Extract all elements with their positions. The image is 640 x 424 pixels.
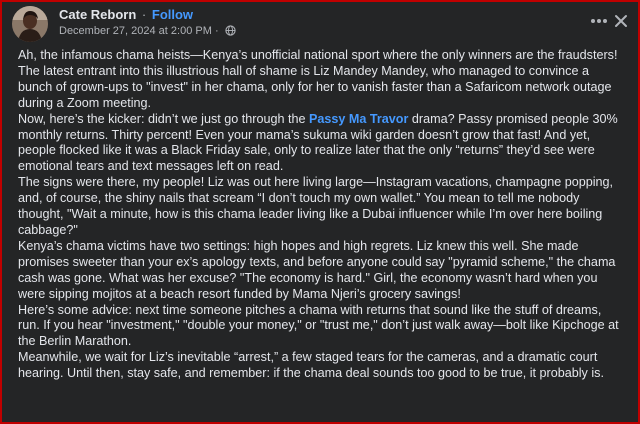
post-date[interactable]: December 27, 2024 at 2:00 PM (59, 25, 212, 37)
date-separator-dot: · (214, 25, 219, 37)
post-paragraph: The signs were there, my people! Liz was… (18, 175, 614, 237)
more-options-icon[interactable] (588, 12, 610, 30)
post-body: Ah, the infamous chama heists—Kenya’s un… (18, 48, 622, 382)
post-paragraph: Here’s some advice: next time someone pi… (18, 302, 619, 349)
post-paragraph: Ah, the infamous chama heists—Kenya’s un… (18, 48, 618, 110)
author-name[interactable]: Cate Reborn (59, 7, 136, 22)
globe-icon[interactable] (225, 25, 236, 39)
profile-photo (12, 6, 48, 42)
close-icon[interactable] (612, 12, 630, 30)
follow-button[interactable]: Follow (152, 7, 193, 22)
post-paragraph: Now, here’s the kicker: didn’t we just g… (18, 112, 622, 176)
post-paragraph: Kenya’s chama victims have two settings:… (18, 238, 616, 301)
avatar[interactable] (12, 6, 48, 42)
separator-dot: · (141, 7, 147, 22)
post-paragraph: Meanwhile, we wait for Liz’s inevitable … (18, 350, 604, 381)
author-line: Cate Reborn · Follow (59, 7, 236, 22)
mention-link[interactable]: Passy Ma Travor (309, 112, 408, 126)
post-timestamp-line: December 27, 2024 at 2:00 PM · (59, 25, 236, 39)
post-card: Cate Reborn · Follow December 27, 2024 a… (0, 0, 640, 424)
post-meta: Cate Reborn · Follow December 27, 2024 a… (59, 7, 236, 39)
paragraph-text: Now, here’s the kicker: didn’t we just g… (18, 111, 309, 126)
post-header: Cate Reborn · Follow December 27, 2024 a… (12, 6, 628, 42)
